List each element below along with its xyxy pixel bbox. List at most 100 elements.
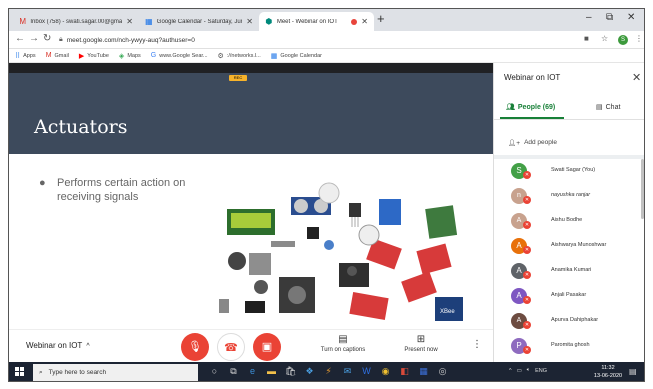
- meeting-name: Webinar on IOT: [26, 341, 83, 350]
- minimize-button[interactable]: –: [586, 12, 592, 23]
- people-tab-label: People (69): [517, 103, 556, 111]
- reload-icon[interactable]: ↻: [43, 33, 51, 44]
- camera-off-button[interactable]: ▣: [253, 333, 281, 361]
- language-indicator[interactable]: ENG: [535, 368, 547, 374]
- participant-row[interactable]: A ✕ Aishwarya Munoshwar: [494, 234, 644, 259]
- participant-row[interactable]: A ✕ Aishu Bodhe: [494, 209, 644, 234]
- mic-off-icon: ✕: [523, 321, 531, 329]
- volume-icon[interactable]: 🔈︎: [527, 367, 530, 374]
- chrome-icon[interactable]: ◉: [380, 365, 391, 378]
- bookmark-label: YouTube: [87, 52, 109, 59]
- scrollbar[interactable]: [641, 159, 644, 219]
- bookmark-maps[interactable]: ◈ Maps: [119, 52, 141, 60]
- chrome-icon[interactable]: ◎: [437, 365, 448, 378]
- participant-list: S ✕ Swati Sagar (You) n ✕ nayushka ranjar A ✕ Ai…: [494, 159, 644, 359]
- participant-name: Aishwarya Munoshwar: [551, 242, 607, 248]
- svg-text:XBee: XBee: [440, 309, 455, 315]
- clock-date: 13-06-2020: [593, 373, 623, 379]
- participant-row[interactable]: A ✕ Anjali Pasakar: [494, 284, 644, 309]
- address-bar[interactable]: 🔒︎ meet.google.com/nch-ywyy-auq?authuser…: [59, 33, 579, 47]
- lightning-icon[interactable]: ⚡︎: [323, 365, 334, 378]
- tab-title: Inbox (758) - swati.sagar.00@gmail.com: [30, 18, 123, 25]
- add-person-icon: 👤︎+: [508, 140, 521, 147]
- windows-start-icon[interactable]: [15, 367, 25, 377]
- add-people-button[interactable]: 👤︎+ Add people: [508, 139, 557, 147]
- end-call-button[interactable]: ☎︎: [217, 333, 245, 361]
- bookmark-label: www.Google Sear...: [159, 52, 208, 59]
- participant-row[interactable]: A ✕ Apurva Dahiphakar: [494, 309, 644, 334]
- maps-icon: ◈: [118, 52, 125, 60]
- camera-icon[interactable]: ■: [584, 34, 589, 43]
- bookmark-youtube[interactable]: ▶ YouTube: [79, 52, 109, 60]
- tab-meet[interactable]: ⬢ Meet - Webinar on IOT ✕: [259, 12, 374, 31]
- bookmark-calendar[interactable]: ▦ Google Calendar: [271, 52, 322, 60]
- present-icon: ⊞: [416, 334, 426, 345]
- youtube-icon: ▶: [78, 52, 85, 60]
- mic-off-button[interactable]: 🎙︎: [181, 333, 209, 361]
- taskbar-clock[interactable]: 11:32 13-06-2020: [592, 364, 624, 380]
- bookmark-apps[interactable]: ⠿ Apps: [15, 52, 36, 60]
- close-icon[interactable]: ✕: [361, 17, 368, 26]
- bookmark-gmail[interactable]: M Gmail: [46, 52, 69, 59]
- bullet-text: Performs certain action on receiving sig…: [57, 177, 186, 203]
- star-icon[interactable]: ☆: [601, 34, 608, 43]
- tab-calendar[interactable]: ▦ Google Calendar - Saturday, June ✕: [139, 12, 259, 31]
- tab-people[interactable]: 👥︎ People (69): [506, 103, 556, 112]
- panel-title: Webinar on IOT: [504, 73, 561, 82]
- file-explorer-icon[interactable]: ▬: [266, 365, 277, 378]
- lock-icon: 🔒︎: [59, 36, 63, 43]
- store-icon[interactable]: 🛍︎: [285, 365, 296, 378]
- notifications-icon[interactable]: ▤: [629, 367, 637, 376]
- close-icon[interactable]: ✕: [632, 71, 641, 84]
- participant-row[interactable]: S ✕ Swati Sagar (You): [494, 159, 644, 184]
- people-icon: 👥︎: [506, 104, 515, 111]
- bookmark-google-search[interactable]: Gwww.Google Sear...: [151, 52, 208, 59]
- bookmark-label: Apps: [23, 52, 36, 59]
- mic-off-icon: ✕: [523, 246, 531, 254]
- menu-icon[interactable]: ⋮: [635, 34, 643, 43]
- tab-gmail[interactable]: M Inbox (758) - swati.sagar.00@gmail.com…: [13, 12, 139, 31]
- participant-name: Aishu Bodhe: [551, 217, 583, 223]
- mic-off-icon: 🎙︎: [188, 341, 202, 353]
- calendar-icon: ▦: [145, 16, 153, 26]
- app-icon[interactable]: ▦: [418, 365, 429, 378]
- bookmark-label: Gmail: [54, 52, 69, 59]
- taskbar-search[interactable]: ⌕ Type here to search: [33, 364, 198, 381]
- bookmark-label: Google Calendar: [280, 52, 322, 59]
- forward-icon[interactable]: →: [29, 33, 39, 44]
- gmail-icon: M: [45, 52, 52, 59]
- captions-button[interactable]: ▤ Turn on captions: [313, 334, 373, 353]
- mail-icon[interactable]: ✉: [342, 365, 353, 378]
- meeting-details-toggle[interactable]: Webinar on IOT ^: [26, 341, 90, 350]
- task-view-icon[interactable]: ⧉: [228, 365, 239, 378]
- app-icon[interactable]: ◧: [399, 365, 410, 378]
- participant-row[interactable]: n ✕ nayushka ranjar: [494, 184, 644, 209]
- dropbox-icon[interactable]: ❖: [304, 365, 315, 378]
- back-icon[interactable]: ←: [15, 33, 25, 44]
- close-icon[interactable]: ✕: [246, 17, 253, 26]
- calendar-icon: ▦: [270, 52, 278, 60]
- network-icon[interactable]: ▭: [517, 368, 522, 374]
- url-text: meet.google.com/nch-ywyy-auq?authuser=0: [66, 36, 195, 44]
- participant-row[interactable]: A ✕ Anamika Kumari: [494, 259, 644, 284]
- participant-row[interactable]: P ✕ Paromita ghosh: [494, 334, 644, 359]
- search-placeholder: Type here to search: [48, 369, 107, 376]
- profile-avatar[interactable]: S: [618, 35, 628, 45]
- taskbar: ⌕ Type here to search ○ ⧉ e ▬ 🛍︎ ❖ ⚡︎ ✉ …: [9, 362, 644, 381]
- captions-label: Turn on captions: [320, 347, 366, 353]
- bookmark-networks[interactable]: ⚙://networks.l...: [218, 52, 261, 60]
- more-options-icon[interactable]: ⋮: [472, 339, 482, 350]
- close-icon[interactable]: ✕: [126, 17, 133, 26]
- tab-chat[interactable]: ▤ Chat: [596, 103, 621, 112]
- new-tab-button[interactable]: +: [377, 11, 385, 26]
- close-window-button[interactable]: ✕: [627, 12, 635, 23]
- present-now-button[interactable]: ⊞ Present now: [391, 334, 451, 353]
- chevron-up-icon[interactable]: ^: [509, 368, 512, 374]
- edge-icon[interactable]: e: [247, 365, 258, 378]
- address-row: ← → ↻ 🔒︎ meet.google.com/nch-ywyy-auq?au…: [9, 31, 644, 49]
- maximize-button[interactable]: ⧉: [606, 12, 613, 23]
- cortana-icon[interactable]: ○: [209, 365, 220, 378]
- actuators-image: XBee: [219, 182, 463, 321]
- chat-tab-label: Chat: [605, 103, 621, 111]
- word-icon[interactable]: W: [361, 365, 372, 378]
